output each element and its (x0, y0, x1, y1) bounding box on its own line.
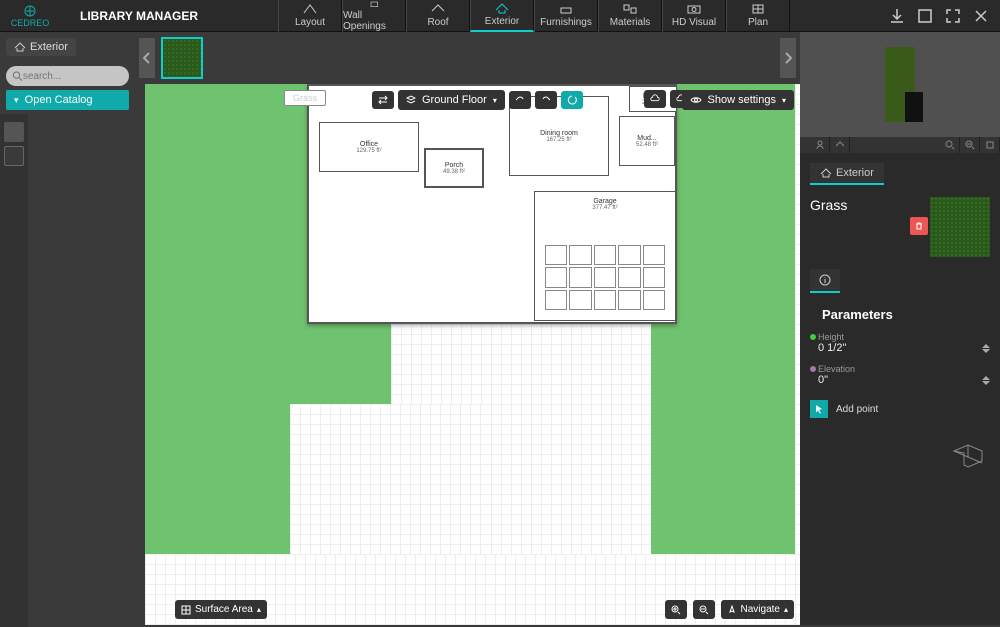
tool-plan[interactable]: Plan (726, 0, 790, 32)
layers-icon (406, 95, 416, 105)
search-input[interactable] (6, 66, 129, 86)
swap-button[interactable] (372, 91, 394, 109)
parameters-heading: Parameters (810, 307, 990, 322)
download-icon[interactable] (888, 7, 906, 25)
tool-hd-visual[interactable]: HD Visual (662, 0, 726, 32)
tool-wall-openings[interactable]: Wall Openings (342, 0, 406, 32)
height-spinner[interactable] (982, 344, 990, 353)
tool-exterior[interactable]: Exterior (470, 0, 534, 32)
room-office[interactable]: Office129.75 ft² (319, 122, 419, 172)
box-3d-icon (950, 443, 986, 469)
cursor-icon (814, 404, 824, 414)
info-tab[interactable] (810, 269, 840, 293)
room-mud[interactable]: Mud...52.48 ft² (619, 116, 675, 166)
add-point-button[interactable] (810, 400, 828, 418)
app-logo[interactable]: CEDREO (0, 0, 60, 32)
room-porch[interactable]: Porch49.38 ft² (424, 148, 484, 188)
sidebar-tab-exterior[interactable]: Exterior (6, 38, 76, 56)
floor-plan[interactable]: Office129.75 ft² Porch49.38 ft² Dining r… (307, 84, 677, 324)
thumb-next[interactable] (780, 38, 796, 78)
elevation-label: Elevation (818, 364, 990, 374)
tool-furnishings[interactable]: Furnishings (534, 0, 598, 32)
design-canvas[interactable]: Office129.75 ft² Porch49.38 ft² Dining r… (135, 84, 800, 625)
open-catalog-button[interactable]: ▾ Open Catalog (6, 90, 129, 110)
texture-thumb-grass[interactable] (161, 37, 203, 79)
undo-button[interactable] (509, 91, 531, 109)
refresh-button[interactable] (561, 91, 583, 109)
surface-label: Grass (284, 90, 326, 106)
room-garage[interactable]: Garage377.47 ft² (534, 191, 676, 321)
grid-icon (181, 605, 191, 615)
height-value[interactable]: 0 1/2" (818, 342, 846, 354)
material-swatch[interactable] (930, 197, 990, 257)
zoom-in-button[interactable] (665, 600, 687, 619)
navigate-button[interactable]: Navigate ▴ (721, 600, 794, 619)
add-point-label: Add point (836, 404, 878, 415)
search-icon (12, 70, 23, 82)
compass-icon (727, 605, 737, 615)
cloud-sync-button[interactable] (644, 90, 666, 108)
close-icon[interactable] (972, 7, 990, 25)
mini-zoom-out[interactable] (960, 137, 980, 153)
elevation-value[interactable]: 0" (818, 374, 828, 386)
plan-preview[interactable] (800, 32, 1000, 137)
view-tool-2[interactable] (4, 146, 24, 166)
fullscreen-icon[interactable] (944, 7, 962, 25)
panel-title: Grass (810, 197, 922, 213)
panel-tab-exterior[interactable]: Exterior (810, 163, 884, 185)
delete-material-button[interactable] (910, 217, 928, 235)
floor-selector[interactable]: Ground Floor ▾ (398, 90, 505, 110)
tool-layout[interactable]: Layout (278, 0, 342, 32)
mini-zoom-in[interactable] (940, 137, 960, 153)
surface-area-button[interactable]: Surface Area ▴ (175, 600, 267, 619)
save-icon[interactable] (916, 7, 934, 25)
height-label: Height (818, 332, 990, 342)
info-icon (819, 274, 831, 286)
tool-roof[interactable]: Roof (406, 0, 470, 32)
trash-icon (914, 221, 924, 231)
house-icon (14, 42, 26, 52)
redo-button[interactable] (535, 91, 557, 109)
view-tool-1[interactable] (4, 122, 24, 142)
mini-tab-5[interactable] (980, 137, 1000, 153)
eye-icon (690, 95, 702, 105)
mini-tab-1[interactable] (810, 137, 830, 153)
zoom-out-button[interactable] (693, 600, 715, 619)
section-title: LIBRARY MANAGER (60, 9, 218, 23)
thumb-prev[interactable] (139, 38, 155, 78)
show-settings-button[interactable]: Show settings ▾ (682, 90, 795, 110)
mini-tab-2[interactable] (830, 137, 850, 153)
tool-materials[interactable]: Materials (598, 0, 662, 32)
elevation-spinner[interactable] (982, 376, 990, 385)
house-icon (820, 168, 832, 178)
